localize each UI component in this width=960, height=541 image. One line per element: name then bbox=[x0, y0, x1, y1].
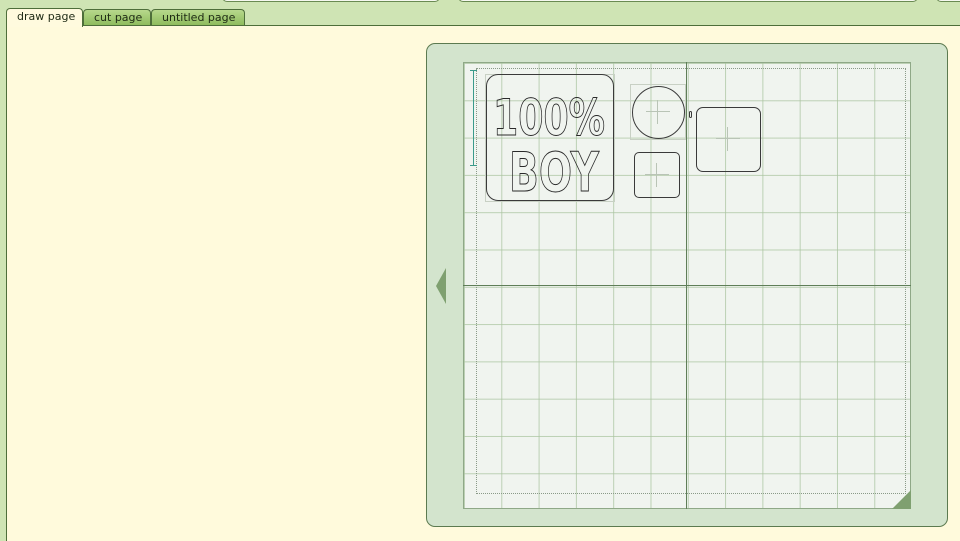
mat-center-horizontal-line bbox=[463, 285, 911, 286]
size-ruler-tick-top bbox=[470, 70, 477, 71]
small-fragment-shape[interactable] bbox=[689, 111, 692, 118]
top-toolbar-strip bbox=[0, 0, 960, 8]
size-ruler bbox=[473, 70, 474, 166]
mat-corner-handle-icon[interactable] bbox=[892, 490, 911, 509]
tab-draw-page[interactable]: draw page bbox=[6, 8, 83, 27]
toolbar-panel-right[interactable] bbox=[936, 0, 960, 2]
toolbar-panel-center[interactable] bbox=[458, 0, 918, 2]
tab-untitled-page[interactable]: untitled page bbox=[151, 9, 245, 25]
left-arrow-icon[interactable] bbox=[436, 268, 446, 304]
tab-cut-page[interactable]: cut page bbox=[83, 9, 151, 25]
artwork-line-2: BOY bbox=[509, 141, 600, 200]
small-square-center-mark-icon bbox=[645, 163, 669, 187]
circle-center-mark-icon bbox=[646, 100, 670, 124]
rounded-square-center-mark-icon bbox=[716, 127, 740, 151]
toolbar-panel-left[interactable] bbox=[222, 0, 440, 2]
artwork-frame-shape[interactable]: 100% BOY bbox=[486, 74, 614, 201]
artwork-line-1: 100% bbox=[493, 89, 605, 147]
size-ruler-tick-bottom bbox=[470, 165, 477, 166]
artwork-text-graphic: 100% BOY bbox=[493, 89, 606, 201]
